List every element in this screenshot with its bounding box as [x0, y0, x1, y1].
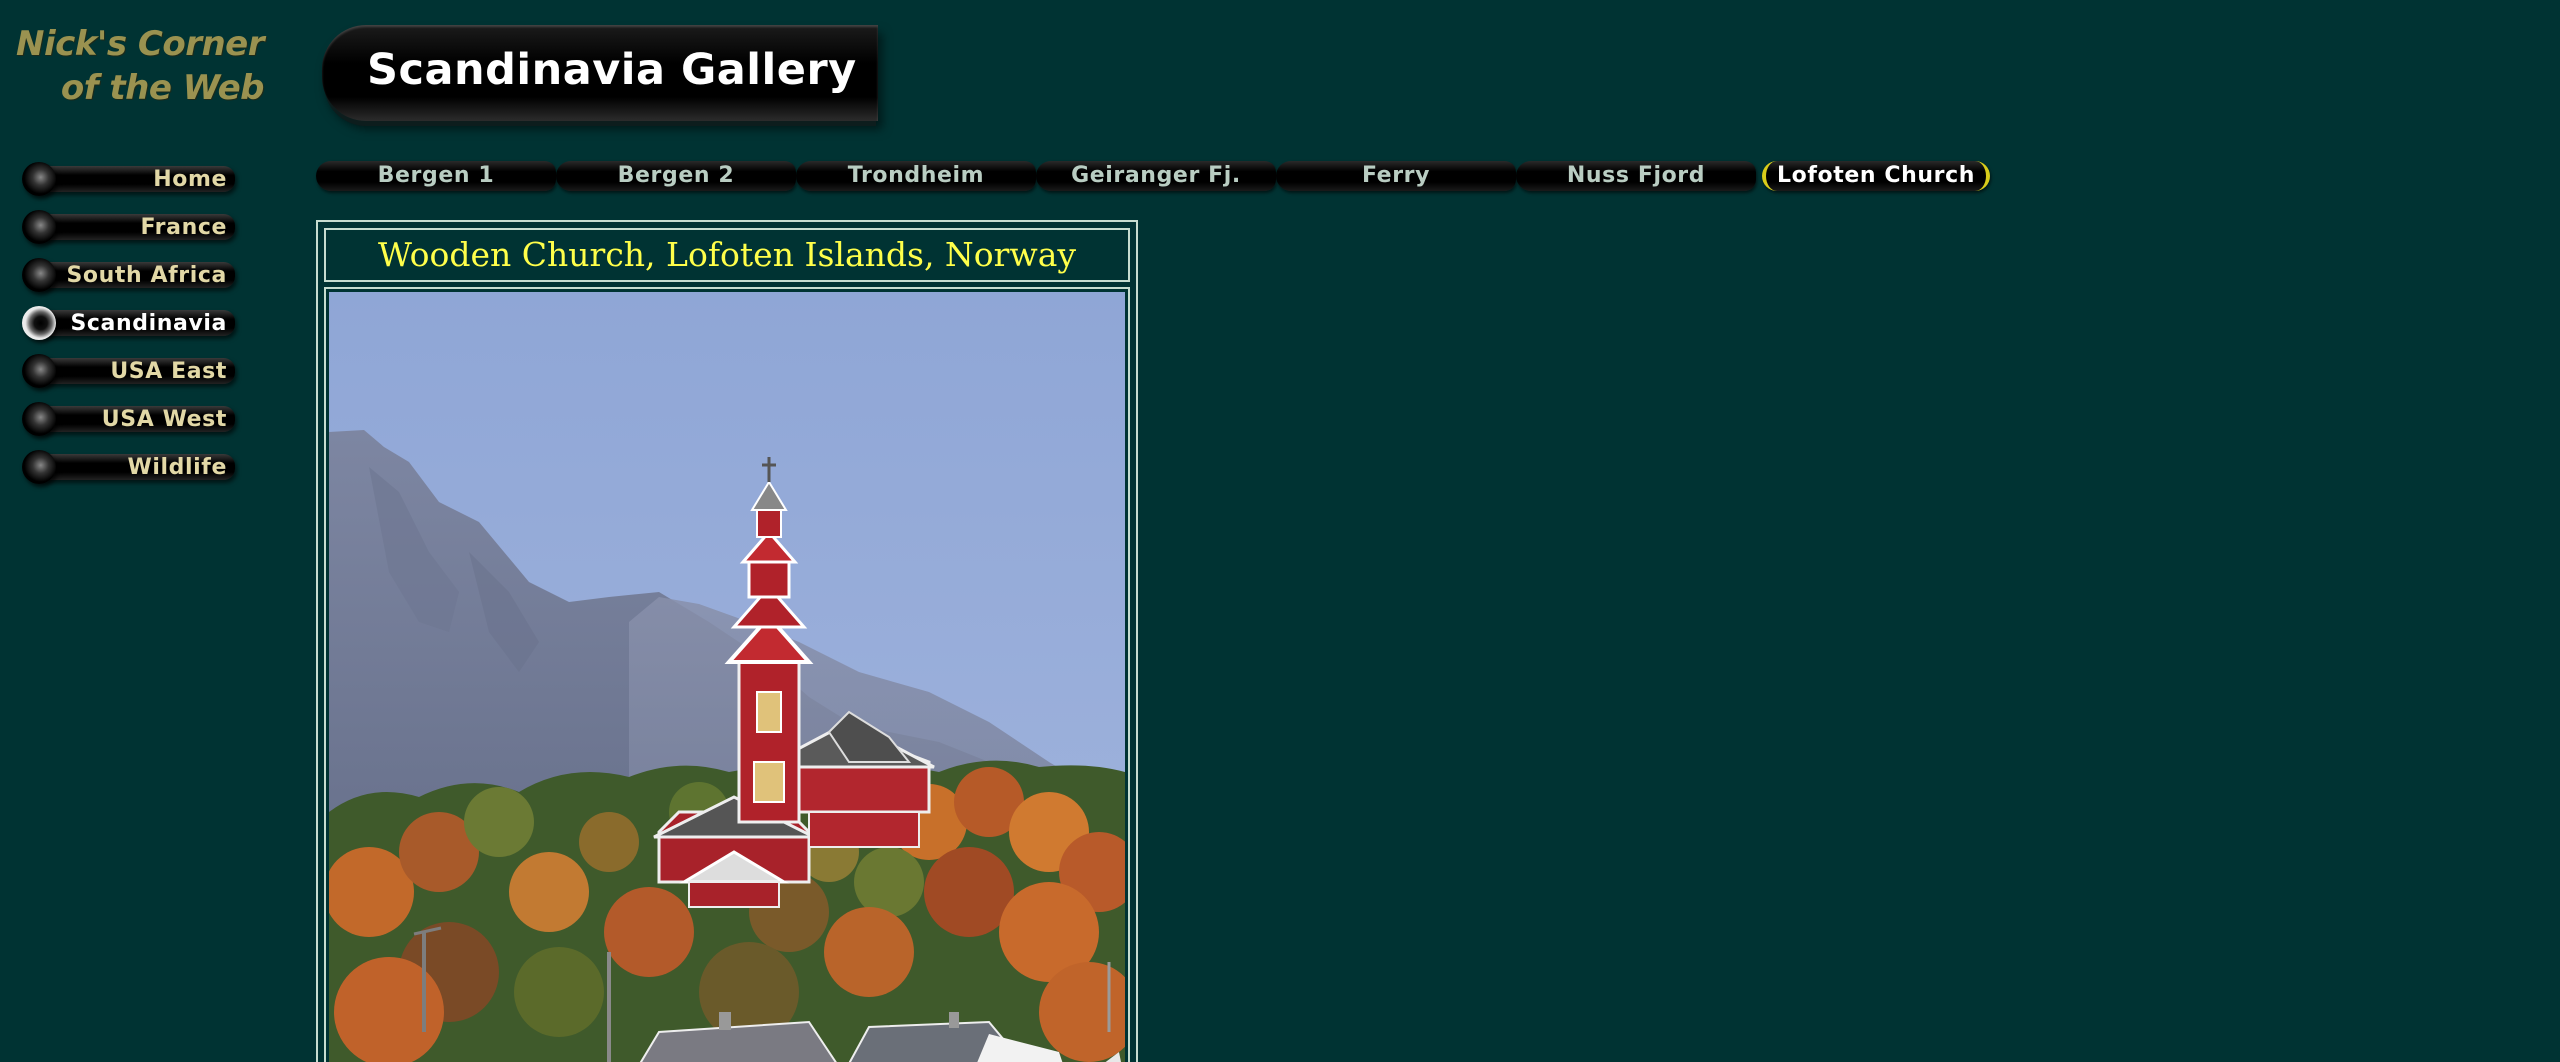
tab-bergen-1[interactable]: Bergen 1: [316, 158, 556, 192]
tab-label: Bergen 1: [377, 163, 495, 188]
photo-box: [324, 287, 1130, 1062]
tab-trondheim[interactable]: Trondheim: [796, 158, 1036, 192]
photo-caption: Wooden Church, Lofoten Islands, Norway: [377, 235, 1077, 274]
tab-label: Nuss Fjord: [1566, 163, 1706, 188]
side-nav-label: Home: [153, 167, 227, 192]
tab-label: Trondheim: [847, 163, 985, 188]
nav-knob-active-icon: [22, 306, 56, 340]
tab-label: Geiranger Fj.: [1071, 163, 1241, 188]
side-nav-label: Scandinavia: [70, 311, 227, 336]
gallery-banner: Scandinavia Gallery: [322, 25, 878, 121]
tab-label: Lofoten Church: [1777, 163, 1975, 188]
tab-label: Ferry: [1361, 163, 1431, 188]
site-logo[interactable]: Nick's Corner of the Web: [14, 22, 264, 110]
lofoten-church-photo: [329, 292, 1125, 1062]
side-nav-item-wildlife[interactable]: Wildlife: [20, 448, 235, 486]
side-nav-label: France: [140, 215, 227, 240]
nav-knob-icon: [22, 354, 56, 388]
side-nav-label: Wildlife: [127, 455, 227, 480]
side-nav-item-france[interactable]: France: [20, 208, 235, 246]
side-nav-label: USA East: [110, 359, 227, 384]
tab-nuss-fjord[interactable]: Nuss Fjord: [1516, 158, 1756, 192]
tab-geiranger-fjord[interactable]: Geiranger Fj.: [1036, 158, 1276, 192]
side-nav-item-usa-west[interactable]: USA West: [20, 400, 235, 438]
photo-frame: Wooden Church, Lofoten Islands, Norway: [316, 220, 1138, 1062]
side-nav-item-scandinavia[interactable]: Scandinavia: [20, 304, 235, 342]
nav-knob-icon: [22, 402, 56, 436]
tab-bergen-2[interactable]: Bergen 2: [556, 158, 796, 192]
nav-knob-icon: [22, 258, 56, 292]
caption-box: Wooden Church, Lofoten Islands, Norway: [324, 228, 1130, 282]
page-title: Scandinavia Gallery: [367, 45, 857, 95]
nav-knob-icon: [22, 162, 56, 196]
tab-label: Bergen 2: [617, 163, 735, 188]
side-nav: Home France South Africa Scandinavia USA…: [20, 160, 235, 496]
side-nav-label: USA West: [101, 407, 227, 432]
side-nav-label: South Africa: [66, 263, 227, 288]
site-logo-line-2: of the Web: [60, 68, 265, 108]
side-nav-item-usa-east[interactable]: USA East: [20, 352, 235, 390]
tab-lofoten-church[interactable]: Lofoten Church: [1756, 158, 1996, 192]
gallery-tabs: Bergen 1 Bergen 2 Trondheim Geiranger Fj…: [316, 158, 1996, 192]
page: Nick's Corner of the Web Scandinavia Gal…: [0, 0, 2560, 1062]
side-nav-item-home[interactable]: Home: [20, 160, 235, 198]
nav-knob-icon: [22, 450, 56, 484]
site-logo-line-1: Nick's Corner: [16, 24, 264, 64]
tab-ferry[interactable]: Ferry: [1276, 158, 1516, 192]
nav-knob-icon: [22, 210, 56, 244]
side-nav-item-south-africa[interactable]: South Africa: [20, 256, 235, 294]
